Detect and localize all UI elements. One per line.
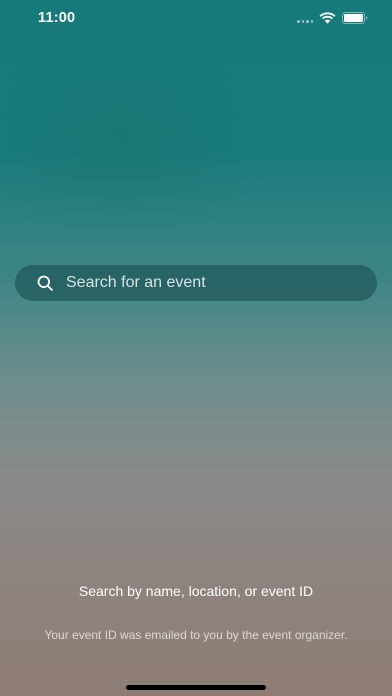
search-bar[interactable] xyxy=(15,265,377,301)
status-time: 11:00 xyxy=(38,10,76,26)
search-input[interactable] xyxy=(66,265,377,301)
search-hint-title: Search by name, location, or event ID xyxy=(78,583,314,599)
search-icon xyxy=(37,275,53,291)
status-bar: 11:00 xyxy=(0,0,392,36)
home-indicator xyxy=(126,685,266,690)
battery-icon xyxy=(342,12,368,24)
event-search-screen: 11:00 Search by name, location, or event… xyxy=(0,0,392,696)
background-glow xyxy=(0,40,280,240)
wifi-icon xyxy=(319,12,336,24)
search-hint-subtitle: Your event ID was emailed to you by the … xyxy=(44,628,348,642)
signal-dots-icon xyxy=(297,20,313,23)
